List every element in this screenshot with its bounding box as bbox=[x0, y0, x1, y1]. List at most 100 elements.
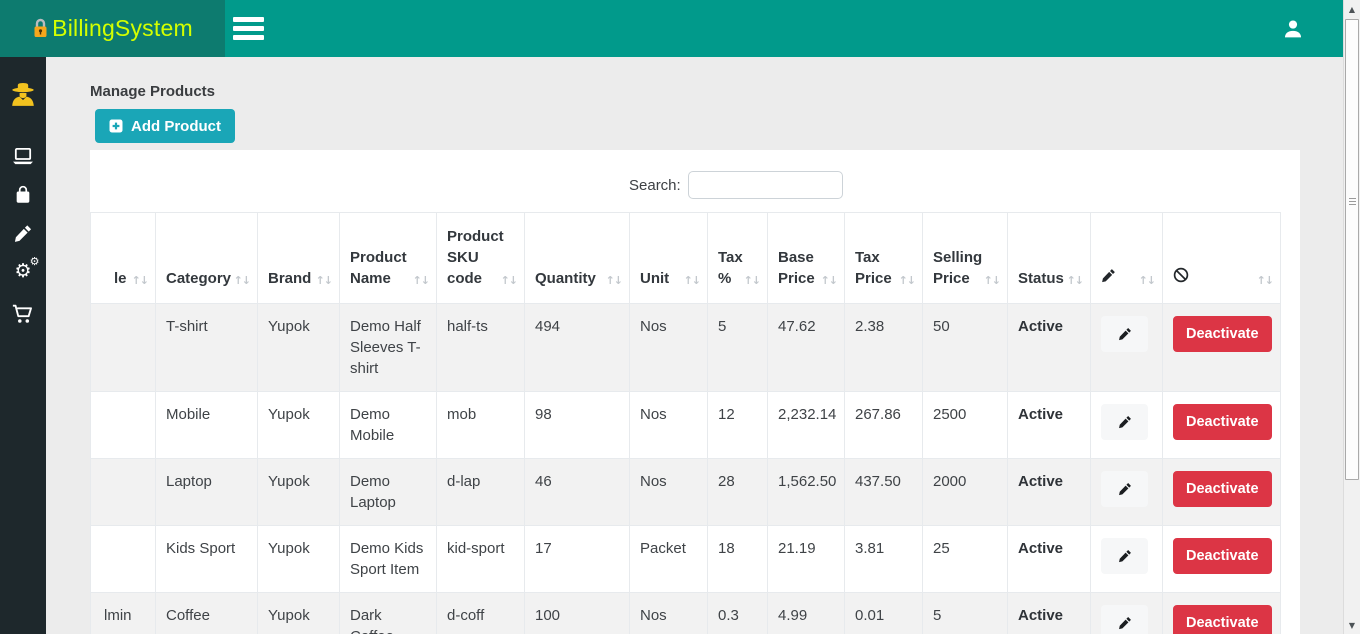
cell-clipped: lmin bbox=[91, 593, 156, 634]
sort-icon: ↑↓ bbox=[1067, 273, 1083, 288]
col-header-selling-price[interactable]: Selling Price↑↓ bbox=[923, 213, 1008, 304]
cell-sku: kid-sport bbox=[437, 526, 525, 593]
cell-brand: Yupok bbox=[258, 392, 340, 459]
deactivate-button[interactable]: Deactivate bbox=[1173, 404, 1272, 440]
deactivate-button[interactable]: Deactivate bbox=[1173, 316, 1272, 352]
sort-icon: ↑↓ bbox=[132, 273, 148, 288]
cell-tax-percent: 12 bbox=[708, 392, 768, 459]
cell-product-name: Demo Laptop bbox=[340, 459, 437, 526]
cell-selling-price: 25 bbox=[923, 526, 1008, 593]
cell-brand: Yupok bbox=[258, 593, 340, 634]
deactivate-button[interactable]: Deactivate bbox=[1173, 471, 1272, 507]
cell-base-price: 21.19 bbox=[768, 526, 845, 593]
scroll-up-icon[interactable]: ▲ bbox=[1344, 1, 1360, 17]
scroll-down-icon[interactable]: ▼ bbox=[1344, 617, 1360, 633]
cell-clipped bbox=[91, 459, 156, 526]
cell-quantity: 494 bbox=[525, 304, 630, 392]
sort-icon: ↑↓ bbox=[744, 273, 760, 288]
sort-icon: ↑↓ bbox=[899, 273, 915, 288]
laptop-icon[interactable] bbox=[12, 147, 34, 166]
cell-quantity: 46 bbox=[525, 459, 630, 526]
cell-selling-price: 50 bbox=[923, 304, 1008, 392]
col-header-category[interactable]: Category↑↓ bbox=[156, 213, 258, 304]
edit-button[interactable] bbox=[1101, 605, 1148, 634]
sort-icon: ↑↓ bbox=[1257, 273, 1273, 288]
col-header-product-name[interactable]: Product Name↑↓ bbox=[340, 213, 437, 304]
products-table: le↑↓ Category↑↓ Brand↑↓ Product Name↑↓ P… bbox=[90, 212, 1281, 634]
cell-base-price: 2,232.14 bbox=[768, 392, 845, 459]
edit-button[interactable] bbox=[1101, 316, 1148, 352]
vertical-scrollbar[interactable]: ▲ ▼ bbox=[1343, 0, 1360, 634]
edit-button[interactable] bbox=[1101, 471, 1148, 507]
cell-product-name: Demo Kids Sport Item bbox=[340, 526, 437, 593]
cell-tax-percent: 28 bbox=[708, 459, 768, 526]
products-table-wrap: le↑↓ Category↑↓ Brand↑↓ Product Name↑↓ P… bbox=[90, 212, 1280, 634]
cell-brand: Yupok bbox=[258, 526, 340, 593]
col-header-unit[interactable]: Unit↑↓ bbox=[630, 213, 708, 304]
cell-tax-price: 437.50 bbox=[845, 459, 923, 526]
lock-icon bbox=[32, 18, 49, 39]
gears-icon[interactable]: ⚙⚙ bbox=[14, 262, 31, 281]
col-header-tax-price[interactable]: Tax Price↑↓ bbox=[845, 213, 923, 304]
sort-icon: ↑↓ bbox=[606, 273, 622, 288]
cell-tax-percent: 18 bbox=[708, 526, 768, 593]
cell-tax-price: 0.01 bbox=[845, 593, 923, 634]
user-secret-icon[interactable] bbox=[10, 81, 37, 108]
cell-unit: Nos bbox=[630, 593, 708, 634]
search-input[interactable] bbox=[688, 171, 843, 199]
col-header-tax-percent[interactable]: Tax %↑↓ bbox=[708, 213, 768, 304]
col-header-status[interactable]: Status↑↓ bbox=[1008, 213, 1091, 304]
table-header-row: le↑↓ Category↑↓ Brand↑↓ Product Name↑↓ P… bbox=[91, 213, 1281, 304]
table-row: Laptop Yupok Demo Laptop d-lap 46 Nos 28… bbox=[91, 459, 1281, 526]
deactivate-button[interactable]: Deactivate bbox=[1173, 538, 1272, 574]
user-account-icon[interactable] bbox=[1274, 10, 1312, 48]
cell-selling-price: 5 bbox=[923, 593, 1008, 634]
col-header-deactivate[interactable]: ↑↓ bbox=[1163, 213, 1281, 304]
col-header-base-price[interactable]: Base Price↑↓ bbox=[768, 213, 845, 304]
cell-sku: mob bbox=[437, 392, 525, 459]
cell-category: Kids Sport bbox=[156, 526, 258, 593]
col-header-sku[interactable]: Product SKU code↑↓ bbox=[437, 213, 525, 304]
cell-category: Coffee bbox=[156, 593, 258, 634]
shopping-cart-icon[interactable] bbox=[12, 304, 34, 324]
col-header-edit[interactable]: ↑↓ bbox=[1091, 213, 1163, 304]
pencil-icon[interactable] bbox=[14, 224, 33, 243]
deactivate-button[interactable]: Deactivate bbox=[1173, 605, 1272, 634]
cell-tax-price: 267.86 bbox=[845, 392, 923, 459]
cell-sku: d-lap bbox=[437, 459, 525, 526]
search-row: Search: bbox=[629, 171, 843, 199]
col-header-brand[interactable]: Brand↑↓ bbox=[258, 213, 340, 304]
shopping-bag-icon[interactable] bbox=[14, 185, 33, 204]
scrollbar-thumb[interactable] bbox=[1345, 19, 1359, 480]
edit-button[interactable] bbox=[1101, 404, 1148, 440]
cell-tax-percent: 5 bbox=[708, 304, 768, 392]
cell-clipped bbox=[91, 526, 156, 593]
cell-brand: Yupok bbox=[258, 459, 340, 526]
col-header-quantity[interactable]: Quantity↑↓ bbox=[525, 213, 630, 304]
col-header-clipped[interactable]: le↑↓ bbox=[91, 213, 156, 304]
sort-icon: ↑↓ bbox=[413, 273, 429, 288]
cell-quantity: 17 bbox=[525, 526, 630, 593]
sort-icon: ↑↓ bbox=[316, 273, 332, 288]
status-badge: Active bbox=[1008, 593, 1091, 634]
sort-icon: ↑↓ bbox=[1139, 273, 1155, 288]
ban-icon bbox=[1173, 267, 1189, 283]
edit-button[interactable] bbox=[1101, 538, 1148, 574]
cell-tax-percent: 0.3 bbox=[708, 593, 768, 634]
brand-logo[interactable]: BillingSystem bbox=[0, 0, 225, 57]
search-label: Search: bbox=[629, 177, 681, 194]
cell-sku: d-coff bbox=[437, 593, 525, 634]
cell-clipped bbox=[91, 304, 156, 392]
cell-unit: Packet bbox=[630, 526, 708, 593]
cell-category: Mobile bbox=[156, 392, 258, 459]
plus-square-icon bbox=[109, 119, 123, 133]
cell-sku: half-ts bbox=[437, 304, 525, 392]
cell-brand: Yupok bbox=[258, 304, 340, 392]
table-row: lmin Coffee Yupok Dark Coffee d-coff 100… bbox=[91, 593, 1281, 634]
cell-tax-price: 2.38 bbox=[845, 304, 923, 392]
add-product-button[interactable]: Add Product bbox=[95, 109, 235, 143]
cell-unit: Nos bbox=[630, 392, 708, 459]
hamburger-menu-icon[interactable] bbox=[233, 9, 279, 49]
cell-tax-price: 3.81 bbox=[845, 526, 923, 593]
left-sidebar: ⚙⚙ bbox=[0, 57, 46, 634]
